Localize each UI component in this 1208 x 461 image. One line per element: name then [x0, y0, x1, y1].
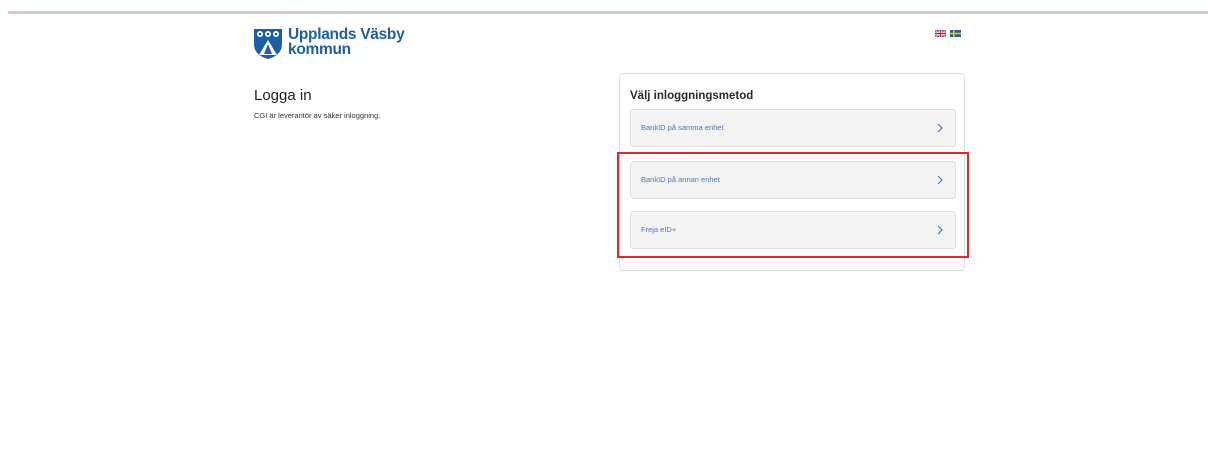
bankid-same-device-button[interactable]: BankID på samma enhet [630, 109, 956, 147]
coat-of-arms-icon [254, 29, 282, 59]
page-title: Logga in [254, 87, 312, 104]
chevron-right-icon [937, 123, 943, 133]
brand-logo[interactable]: Upplands Väsby kommun [253, 26, 405, 60]
method-label: Freja eID+ [641, 225, 677, 234]
language-selector [935, 30, 961, 37]
page-subtitle: CGI är leverantör av säker inloggning. [254, 111, 381, 120]
method-label: BankID på annan enhet [641, 175, 720, 184]
uk-flag-icon[interactable] [935, 30, 946, 37]
card-title: Välj inloggningsmetod [630, 90, 754, 102]
login-method-card: Välj inloggningsmetod BankID på samma en… [619, 73, 965, 271]
chevron-right-icon [937, 225, 943, 235]
freja-eid-button[interactable]: Freja eID+ [630, 211, 956, 249]
brand-name: Upplands Väsby kommun [288, 26, 405, 58]
bankid-other-device-button[interactable]: BankID på annan enhet [630, 161, 956, 199]
method-label: BankID på samma enhet [641, 123, 724, 132]
chevron-right-icon [937, 175, 943, 185]
top-accent-bar [8, 11, 1208, 14]
sweden-flag-icon[interactable] [950, 30, 961, 37]
brand-name-line2: kommun [288, 41, 351, 58]
brand-name-line1: Upplands Väsby [288, 26, 405, 43]
